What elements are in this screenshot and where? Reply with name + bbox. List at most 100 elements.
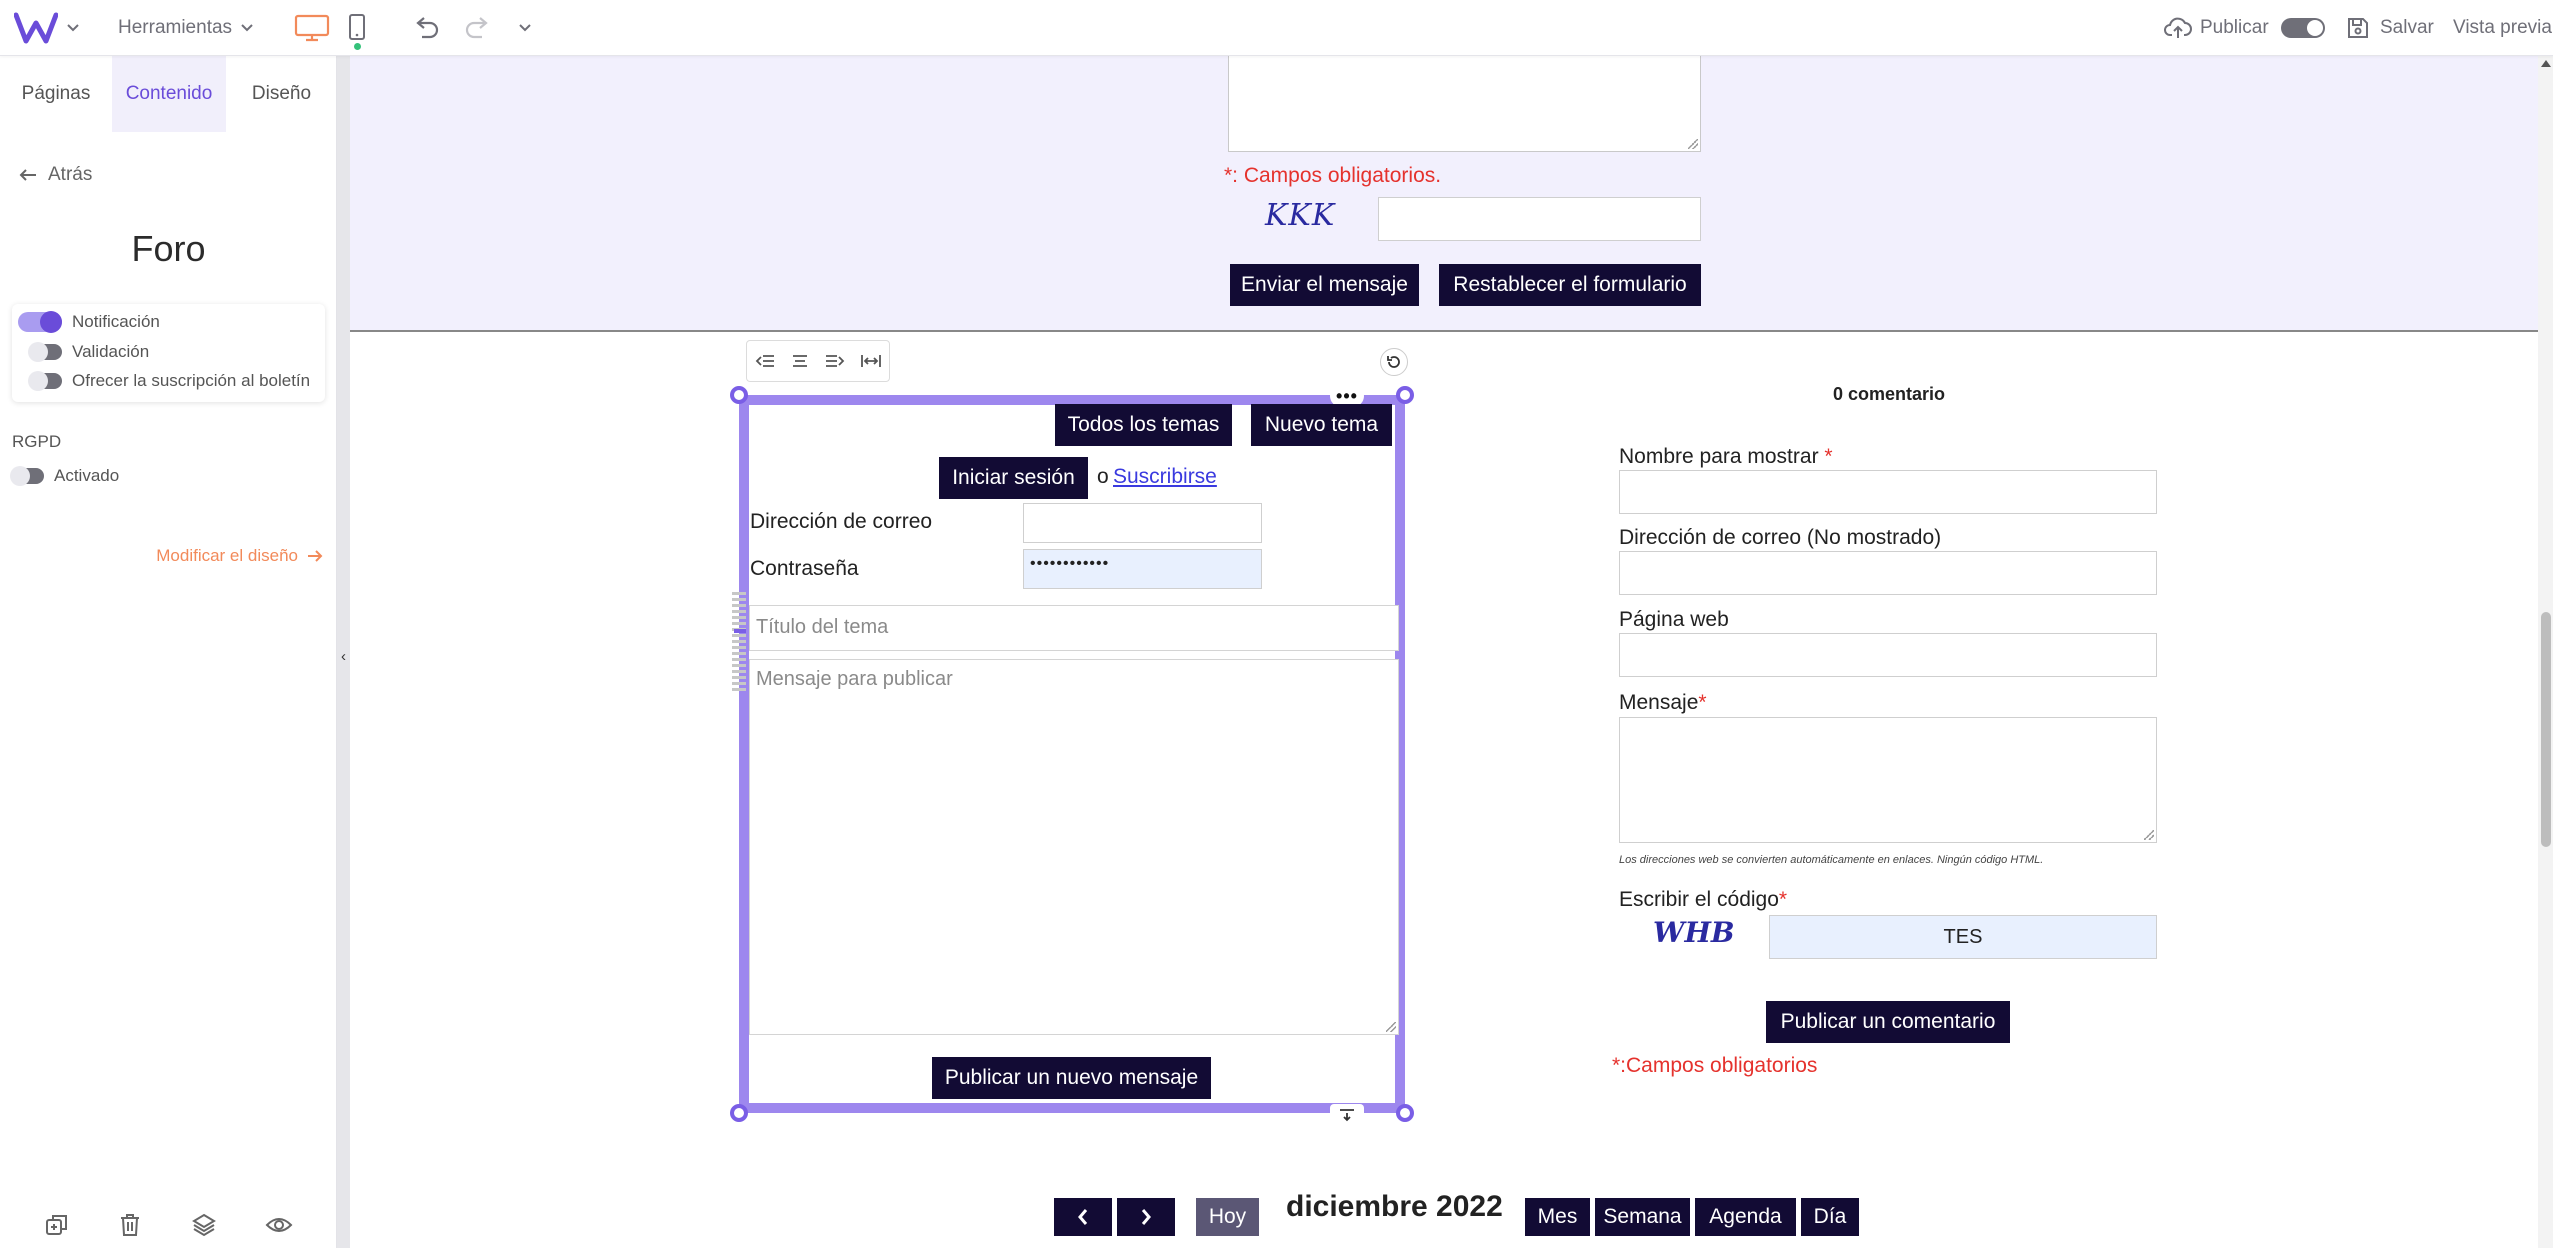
subscribe-link[interactable]: Suscribirse	[1113, 465, 1217, 489]
validation-toggle[interactable]	[18, 342, 62, 362]
resize-handle-bottom-left[interactable]	[730, 1104, 748, 1122]
comment-captcha-image: WHB	[1653, 916, 1735, 949]
redo-button[interactable]	[462, 0, 492, 56]
send-message-button[interactable]: Enviar el mensaje	[1230, 264, 1419, 306]
calendar-next-button[interactable]	[1117, 1198, 1175, 1236]
chevron-left-icon[interactable]: ‹	[337, 645, 350, 667]
arrow-right-icon	[308, 550, 323, 562]
spacing-handle[interactable]	[1330, 1104, 1364, 1126]
resize-handle-top-left[interactable]	[730, 386, 748, 404]
chevron-down-icon	[241, 24, 253, 32]
password-value: ••••••••••••	[1030, 555, 1110, 572]
topic-title-input[interactable]: Título del tema	[749, 605, 1399, 651]
calendar-title: diciembre 2022	[1286, 1190, 1503, 1223]
gdpr-heading: RGPD	[12, 432, 62, 451]
app-logo[interactable]	[14, 0, 58, 56]
notification-toggle[interactable]	[18, 311, 62, 333]
comment-message-textarea[interactable]	[1619, 717, 2157, 843]
layers-icon[interactable]	[191, 1212, 217, 1238]
duplicate-icon[interactable]	[44, 1212, 70, 1238]
tools-menu[interactable]: Herramientas	[118, 0, 254, 56]
align-left-icon[interactable]	[755, 353, 775, 369]
resize-grip-icon[interactable]	[1386, 1022, 1396, 1032]
website-input[interactable]	[1619, 633, 2157, 677]
tab-content[interactable]: Contenido	[112, 56, 226, 132]
desktop-view-button[interactable]	[294, 0, 330, 56]
top-toolbar: Herramientas Publicar Salvar Vista previ…	[0, 0, 2553, 56]
calendar-view-day[interactable]: Día	[1801, 1198, 1859, 1236]
resize-grip-icon[interactable]	[1688, 139, 1698, 149]
gdpr-toggle[interactable]	[0, 466, 44, 486]
publish-control[interactable]: Publicar	[2164, 0, 2325, 56]
more-options-chevron-icon[interactable]	[518, 0, 532, 56]
save-icon	[2348, 18, 2368, 38]
reset-form-button[interactable]: Restablecer el formulario	[1439, 264, 1701, 306]
all-topics-button[interactable]: Todos los temas	[1055, 404, 1232, 446]
chevron-right-icon	[1141, 1209, 1151, 1225]
forum-email-input[interactable]	[1023, 503, 1262, 543]
option-validation[interactable]: Validación	[18, 342, 149, 362]
preview-button[interactable]: Vista previa	[2453, 0, 2552, 56]
eye-icon[interactable]	[265, 1215, 293, 1235]
spacing-icon	[1340, 1109, 1354, 1122]
save-button[interactable]: Salvar	[2346, 0, 2434, 56]
preview-label: Vista previa	[2453, 17, 2552, 38]
calendar-today-button[interactable]: Hoy	[1196, 1198, 1259, 1236]
login-button[interactable]: Iniciar sesión	[939, 457, 1088, 499]
option-notification[interactable]: Notificación	[18, 311, 160, 333]
publish-comment-button[interactable]: Publicar un comentario	[1766, 1001, 2010, 1043]
resize-handle-top-right[interactable]	[1396, 386, 1414, 404]
sidebar-tabs: Páginas Contenido Diseño	[0, 56, 337, 132]
contact-message-textarea[interactable]	[1228, 56, 1701, 152]
panel-title: Foro	[131, 228, 206, 269]
trash-icon[interactable]	[118, 1212, 142, 1238]
tab-pages[interactable]: Páginas	[0, 56, 112, 132]
captcha-input[interactable]	[1378, 197, 1701, 241]
publish-toggle[interactable]	[2280, 18, 2325, 38]
comment-email-input[interactable]	[1619, 551, 2157, 595]
required-fields-note: *: Campos obligatorios.	[1224, 164, 1442, 187]
alignment-toolbar	[746, 340, 890, 382]
sidebar: Páginas Contenido Diseño Atrás Foro Noti…	[0, 56, 337, 1248]
forum-options-card: Notificación Validación Ofrecer la suscr…	[12, 304, 325, 402]
contact-form-section: *: Campos obligatorios. KKK Enviar el me…	[350, 56, 2538, 332]
option-gdpr[interactable]: Activado	[0, 466, 119, 486]
new-topic-button[interactable]: Nuevo tema	[1251, 404, 1392, 446]
desktop-icon	[294, 14, 330, 42]
comment-captcha-input[interactable]: TES	[1769, 915, 2157, 959]
left-drag-handle[interactable]	[732, 591, 746, 691]
publish-new-message-button[interactable]: Publicar un nuevo mensaje	[932, 1057, 1211, 1099]
comments-count: 0 comentario	[1833, 384, 1946, 404]
tools-label: Herramientas	[118, 17, 233, 38]
undo-button[interactable]	[412, 0, 442, 56]
forum-message-textarea[interactable]: Mensaje para publicar	[749, 659, 1399, 1035]
calendar-view-week[interactable]: Semana	[1595, 1198, 1690, 1236]
calendar-prev-button[interactable]	[1054, 1198, 1112, 1236]
page-canvas: *: Campos obligatorios. KKK Enviar el me…	[350, 56, 2538, 1248]
option-newsletter[interactable]: Ofrecer la suscripción al boletín	[18, 371, 310, 391]
reset-widget-button[interactable]	[1380, 348, 1408, 376]
newsletter-toggle[interactable]	[18, 371, 62, 391]
calendar-view-month[interactable]: Mes	[1525, 1198, 1590, 1236]
display-name-text: Nombre para mostrar	[1619, 445, 1819, 468]
resize-grip-icon[interactable]	[2144, 830, 2154, 840]
modify-design-label: Modificar el diseño	[156, 546, 298, 565]
display-name-input[interactable]	[1619, 470, 2157, 514]
align-center-icon[interactable]	[790, 353, 810, 369]
scroll-up-arrow-icon[interactable]	[2541, 60, 2551, 67]
full-width-icon[interactable]	[860, 353, 882, 369]
logo-menu-chevron-icon[interactable]	[66, 0, 80, 56]
website-label: Página web	[1619, 608, 1729, 631]
align-right-icon[interactable]	[825, 353, 845, 369]
comment-message-label: Mensaje*	[1619, 691, 1707, 715]
back-button[interactable]: Atrás	[18, 164, 92, 186]
calendar-view-agenda[interactable]: Agenda	[1695, 1198, 1796, 1236]
publish-label: Publicar	[2200, 17, 2269, 38]
undo-icon	[416, 17, 439, 39]
modify-design-link[interactable]: Modificar el diseño	[156, 546, 324, 566]
w-logo-icon	[14, 12, 58, 44]
tab-design[interactable]: Diseño	[226, 56, 337, 132]
sidebar-actions	[0, 1202, 337, 1248]
scrollbar-thumb[interactable]	[2541, 612, 2551, 847]
resize-handle-bottom-right[interactable]	[1396, 1104, 1414, 1122]
